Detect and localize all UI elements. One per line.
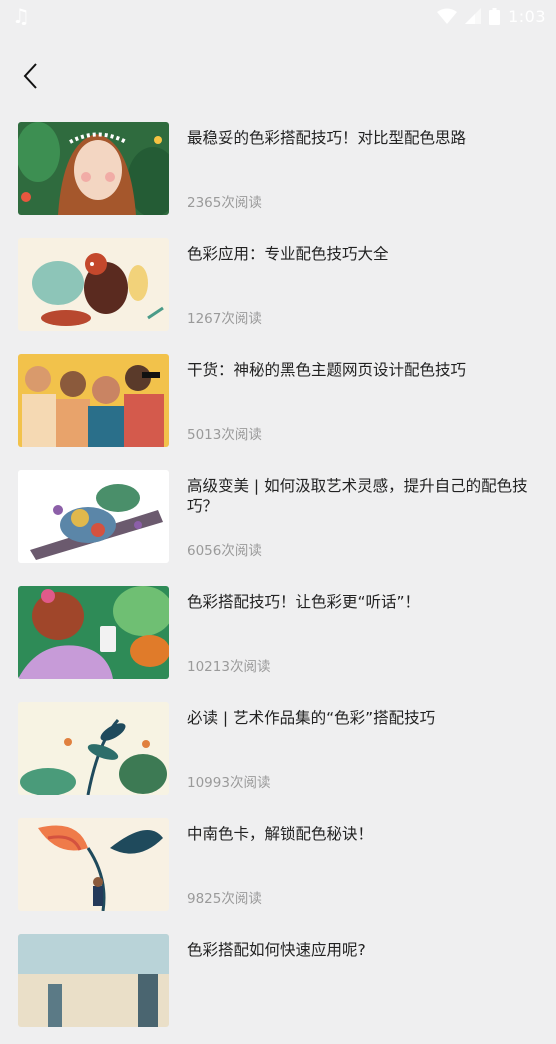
article-reads: 10993次阅读 [187, 775, 271, 791]
article-title: 色彩搭配如何快速应用呢? [187, 941, 366, 959]
article-title: 必读 | 艺术作品集的“色彩”搭配技巧 [187, 709, 436, 727]
article-reads: 6056次阅读 [187, 543, 262, 559]
article-item[interactable]: 高级变美 | 如何汲取艺术灵感，提升自己的配色技巧？ 6056次阅读 [0, 464, 556, 580]
article-thumbnail [18, 934, 169, 1027]
article-thumbnail [18, 122, 169, 215]
battery-icon [489, 7, 501, 25]
article-reads: 10213次阅读 [187, 659, 271, 675]
article-reads: 1267次阅读 [187, 311, 262, 327]
article-item[interactable]: 中南色卡，解锁配色秘诀！ 9825次阅读 [0, 812, 556, 928]
article-reads: 2365次阅读 [187, 195, 262, 211]
article-title: 高级变美 | 如何汲取艺术灵感，提升自己的配色技巧？ [187, 477, 528, 515]
wifi-icon [437, 8, 458, 24]
article-title: 色彩搭配技巧！让色彩更“听话”！ [187, 593, 421, 611]
article-title: 干货：神秘的黑色主题网页设计配色技巧 [187, 361, 467, 379]
article-item[interactable]: 色彩应用：专业配色技巧大全 1267次阅读 [0, 232, 556, 348]
article-item[interactable]: 色彩搭配技巧！让色彩更“听话”！ 10213次阅读 [0, 580, 556, 696]
status-bar: ♫ 1:03 [0, 0, 556, 32]
article-title: 色彩应用：专业配色技巧大全 [187, 245, 389, 263]
status-time: 1:03 [508, 6, 546, 26]
article-thumbnail [18, 470, 169, 563]
article-list: 最稳妥的色彩搭配技巧！对比型配色思路 2365次阅读 色彩应用：专业配色技巧大全… [0, 116, 556, 1044]
status-icons: 1:03 [437, 6, 546, 26]
article-item[interactable]: 必读 | 艺术作品集的“色彩”搭配技巧 10993次阅读 [0, 696, 556, 812]
article-reads: 5013次阅读 [187, 427, 262, 443]
article-thumbnail [18, 354, 169, 447]
article-thumbnail [18, 818, 169, 911]
article-item[interactable]: 色彩搭配如何快速应用呢? [0, 928, 556, 1044]
article-item[interactable]: 最稳妥的色彩搭配技巧！对比型配色思路 2365次阅读 [0, 116, 556, 232]
chevron-left-icon [23, 63, 37, 89]
article-item[interactable]: 干货：神秘的黑色主题网页设计配色技巧 5013次阅读 [0, 348, 556, 464]
article-title: 最稳妥的色彩搭配技巧！对比型配色思路 [187, 129, 467, 147]
article-title: 中南色卡，解锁配色秘诀！ [187, 825, 374, 843]
music-note-icon: ♫ [12, 4, 30, 28]
article-thumbnail [18, 238, 169, 331]
signal-icon [465, 8, 482, 24]
back-button[interactable] [14, 58, 48, 94]
article-thumbnail [18, 586, 169, 679]
article-thumbnail [18, 702, 169, 795]
article-reads: 9825次阅读 [187, 891, 262, 907]
